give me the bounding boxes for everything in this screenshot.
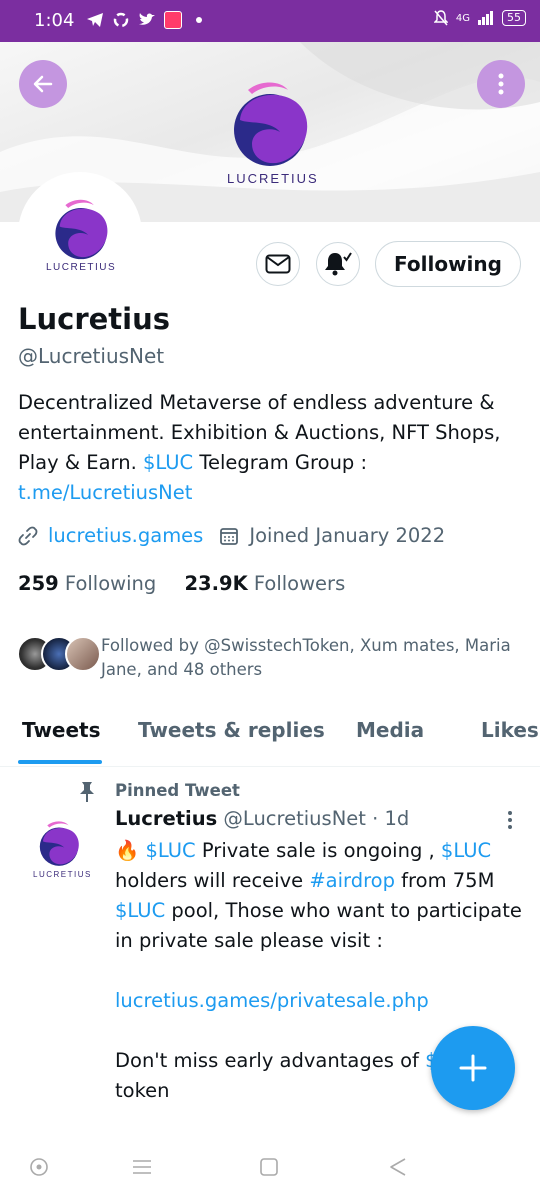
tweet-text: holders will receive	[115, 869, 310, 892]
mute-icon	[433, 10, 448, 26]
tweet-author-handle[interactable]: @LucretiusNet	[223, 807, 366, 830]
followed-by-avatars[interactable]	[17, 636, 101, 674]
follow-counts: 259 Following 23.9K Followers	[18, 572, 345, 595]
tab-media[interactable]: Media	[356, 718, 424, 742]
tweet-cashtag[interactable]: $LUC	[145, 839, 195, 862]
active-tab-indicator	[18, 760, 102, 764]
follower-avatar	[65, 636, 101, 672]
fire-emoji-icon: 🔥	[115, 839, 140, 862]
profile-handle: @LucretiusNet	[18, 344, 165, 368]
joined-date: Joined January 2022	[249, 524, 446, 547]
followers-label: Followers	[253, 572, 346, 595]
bio-cashtag[interactable]: $LUC	[143, 451, 193, 474]
tweet-cashtag[interactable]: $LUC	[441, 839, 491, 862]
home-circle-icon[interactable]	[29, 1157, 49, 1177]
tab-tweets-replies[interactable]: Tweets & replies	[138, 718, 325, 742]
telegram-icon	[87, 13, 103, 27]
profile-bio: Decentralized Metaverse of endless adven…	[18, 388, 518, 508]
pinned-tweet-label: Pinned Tweet	[115, 781, 240, 800]
message-button[interactable]	[256, 242, 300, 286]
tweet-text: Don't miss early advantages of	[115, 1049, 426, 1072]
dot-icon	[196, 17, 202, 23]
tweet-time[interactable]: · 1d	[372, 807, 409, 830]
menu-icon[interactable]	[131, 1158, 153, 1176]
status-bar: 1:04 4G 55	[0, 0, 540, 42]
avatar-brand-text: LUCRETIUS	[46, 262, 117, 273]
more-vertical-icon[interactable]	[507, 810, 513, 830]
banner-logo-icon	[234, 82, 308, 166]
link-icon	[18, 526, 38, 545]
tweet-text: Private sale is ongoing ,	[195, 839, 441, 862]
website-link[interactable]: lucretius.games	[48, 524, 203, 547]
notifications-button[interactable]	[316, 242, 360, 286]
more-vertical-icon	[498, 73, 504, 95]
tweet-author-name[interactable]: Lucretius	[115, 807, 217, 830]
tweet-text: pool, Those who want to participate in p…	[115, 899, 522, 952]
mail-icon	[265, 254, 291, 274]
calendar-icon	[220, 527, 239, 545]
plus-icon	[459, 1054, 487, 1082]
compose-tweet-button[interactable]	[431, 1026, 515, 1110]
status-time: 1:04	[34, 10, 75, 31]
status-notification-icons	[86, 11, 202, 29]
status-system-icons: 4G 55	[433, 10, 526, 26]
pin-icon	[80, 782, 94, 802]
tweet-text: token	[115, 1079, 170, 1102]
following-label: Following	[64, 572, 157, 595]
app-icon	[164, 11, 182, 29]
network-type: 4G	[455, 12, 470, 24]
tweet-hashtag[interactable]: #airdrop	[309, 869, 395, 892]
tweet-cashtag[interactable]: $LUC	[115, 899, 165, 922]
avatar-logo-icon	[55, 199, 108, 260]
tweet-avatar-logo-icon	[39, 821, 79, 866]
tab-tweets[interactable]: Tweets	[22, 718, 101, 742]
system-navigation-bar	[0, 1140, 540, 1200]
back-button[interactable]	[19, 60, 67, 108]
banner-brand-text: LUCRETIUS	[227, 171, 319, 186]
profile-name: Lucretius	[18, 302, 170, 336]
twitter-icon	[139, 13, 155, 25]
followers-stat[interactable]: 23.9K Followers	[184, 572, 345, 595]
following-button[interactable]: Following	[375, 241, 521, 287]
tweet-avatar-brand-text: LUCRETIUS	[33, 870, 92, 879]
tweet-header: Lucretius @LucretiusNet · 1d	[115, 807, 409, 830]
more-options-button[interactable]	[477, 60, 525, 108]
tweet-link[interactable]: lucretius.games/privatesale.php	[115, 989, 429, 1012]
tweet-author-avatar[interactable]	[26, 814, 106, 894]
battery-indicator: 55	[502, 10, 526, 26]
following-stat[interactable]: 259 Following	[18, 572, 156, 595]
arrow-left-icon	[33, 75, 53, 93]
recents-square-icon[interactable]	[259, 1157, 279, 1177]
bio-text-2: Telegram Group :	[193, 451, 368, 474]
back-triangle-icon[interactable]	[387, 1156, 409, 1178]
profile-avatar[interactable]	[18, 172, 142, 296]
following-count: 259	[18, 572, 59, 595]
tab-likes[interactable]: Likes	[481, 718, 539, 742]
followers-count: 23.9K	[184, 572, 248, 595]
followed-by-text[interactable]: Followed by @SwisstechToken, Xum mates, …	[101, 634, 521, 682]
profile-meta: lucretius.games Joined January 2022	[18, 524, 445, 547]
bell-check-icon	[325, 252, 352, 276]
recycle-icon	[113, 12, 129, 28]
bio-telegram-link[interactable]: t.me/LucretiusNet	[18, 481, 192, 504]
signal-icon	[478, 11, 493, 25]
tweet-text: from 75M	[394, 869, 495, 892]
